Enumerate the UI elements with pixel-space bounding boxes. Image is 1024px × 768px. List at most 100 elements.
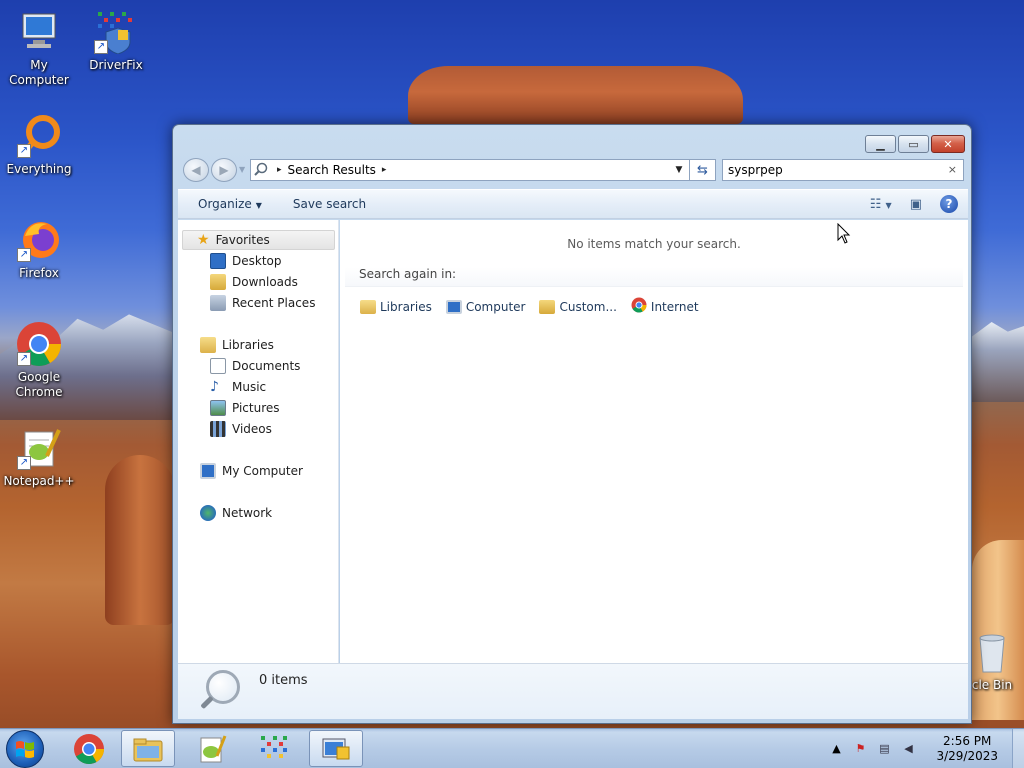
breadcrumb-search-results[interactable]: Search Results <box>288 163 376 177</box>
minimize-button[interactable]: ▁ <box>865 135 896 153</box>
search-input-value: sysprpep <box>728 163 783 177</box>
command-bar: Organize ▼ Save search ☷ ▼ ▣ ? <box>178 189 968 219</box>
desktop-icon-google-chrome[interactable]: ↗ Google Chrome <box>0 320 78 400</box>
nav-item-downloads[interactable]: Downloads <box>210 272 298 292</box>
navigation-pane: ★ Favorites Desktop Downloads Recent Pla… <box>178 220 339 663</box>
back-button[interactable]: ◀ <box>183 158 209 182</box>
close-button[interactable]: ✕ <box>931 135 965 153</box>
nav-item-label: Downloads <box>232 275 298 289</box>
chrome-icon <box>74 733 104 764</box>
taskbar-setup-window[interactable] <box>309 730 363 767</box>
refresh-icon: ⇆ <box>697 162 708 178</box>
desktop-icon-firefox[interactable]: ↗ Firefox <box>0 216 78 281</box>
show-desktop-button[interactable] <box>1012 729 1024 768</box>
nav-item-label: Videos <box>232 422 272 436</box>
desktop-icon <box>210 253 226 269</box>
folder-icon <box>133 738 163 761</box>
notepadpp-icon <box>200 734 227 762</box>
wallpaper-arch-rock <box>105 455 175 625</box>
save-search-button[interactable]: Save search <box>277 197 381 211</box>
action-center-flag-icon[interactable]: ⚑ <box>852 741 868 757</box>
monitor-icon <box>15 8 63 56</box>
desktop-icon-label: Firefox <box>19 266 59 280</box>
refresh-button[interactable]: ⇆ <box>690 159 716 181</box>
shortcut-arrow-icon: ↗ <box>17 456 31 470</box>
clock[interactable]: 2:56 PM 3/29/2023 <box>936 734 998 764</box>
desktop-icon-notepadpp[interactable]: ↗ Notepad++ <box>0 424 78 489</box>
nav-item-favorites[interactable]: ★ Favorites <box>182 230 335 250</box>
close-icon: ✕ <box>943 137 953 151</box>
nav-item-label: Documents <box>232 359 301 373</box>
breadcrumb-separator-icon[interactable]: ▸ <box>376 165 393 175</box>
clear-search-icon[interactable]: × <box>948 163 957 176</box>
desktop-icon-driverfix[interactable]: ↗ DriverFix <box>77 8 155 73</box>
nav-item-label: Recent Places <box>232 296 316 310</box>
volume-muted-icon[interactable]: ◀ <box>900 741 916 757</box>
pictures-icon <box>210 400 226 416</box>
nav-item-label: Network <box>222 506 273 520</box>
chevron-down-icon: ▼ <box>255 201 262 210</box>
nav-item-documents[interactable]: Documents <box>210 356 300 376</box>
recent-places-icon <box>210 295 226 311</box>
start-button[interactable] <box>6 730 44 768</box>
search-again-custom[interactable]: Custom... <box>539 297 617 316</box>
nav-item-pictures[interactable]: Pictures <box>210 398 280 418</box>
driverfix-icon <box>261 735 287 758</box>
taskbar-chrome[interactable] <box>62 730 116 767</box>
nav-item-network[interactable]: Network <box>200 503 272 523</box>
address-dropdown-icon[interactable]: ▼ <box>669 160 689 180</box>
details-pane: 0 items <box>178 663 968 719</box>
nav-item-desktop[interactable]: Desktop <box>210 251 282 271</box>
breadcrumb-separator-icon[interactable]: ▸ <box>271 165 288 175</box>
nav-item-recent-places[interactable]: Recent Places <box>210 293 315 313</box>
shortcut-arrow-icon: ↗ <box>17 352 31 366</box>
content-pane: No items match your search. Search again… <box>340 220 968 663</box>
wallpaper-mountains-right <box>970 322 1024 402</box>
desktop-icon-everything[interactable]: ↗ Everything <box>0 112 78 177</box>
organize-label: Organize <box>198 197 252 211</box>
item-count: 0 items <box>259 673 308 688</box>
search-again-options: Libraries Computer Custom... Internet <box>360 297 699 316</box>
organize-button[interactable]: Organize ▼ <box>178 197 277 211</box>
nav-item-videos[interactable]: Videos <box>210 419 272 439</box>
nav-item-my-computer[interactable]: My Computer <box>200 461 303 481</box>
network-status-icon[interactable]: ▤ <box>876 741 892 757</box>
taskbar-notepadpp[interactable] <box>185 730 239 767</box>
star-icon: ★ <box>197 232 210 248</box>
clock-date: 3/29/2023 <box>936 749 998 763</box>
help-icon[interactable]: ? <box>940 195 958 213</box>
desktop-icon-label: Everything <box>6 162 72 176</box>
nav-item-label: Desktop <box>232 254 282 268</box>
recent-pages-chevron-icon[interactable]: ▼ <box>239 165 245 174</box>
driverfix-icon: ↗ <box>92 8 140 56</box>
back-arrow-icon: ◀ <box>191 163 201 177</box>
search-again-label-text: Libraries <box>380 299 432 314</box>
taskbar-driverfix[interactable] <box>247 730 301 767</box>
desktop-icon-my-computer[interactable]: My Computer <box>0 8 78 88</box>
no-items-message: No items match your search. <box>567 237 741 251</box>
setup-window-icon <box>322 738 350 759</box>
search-again-label-text: Internet <box>650 299 699 314</box>
music-icon: ♪ <box>210 379 219 395</box>
documents-icon <box>210 358 226 374</box>
search-again-computer[interactable]: Computer <box>445 297 526 316</box>
taskbar-explorer[interactable] <box>121 730 175 767</box>
nav-item-music[interactable]: ♪ Music <box>210 377 266 397</box>
search-again-internet[interactable]: Internet <box>631 297 699 316</box>
nav-item-label: Pictures <box>232 401 280 415</box>
preview-pane-icon[interactable]: ▣ <box>910 197 922 212</box>
search-input[interactable]: sysprpep × <box>722 159 964 181</box>
maximize-button[interactable]: ▭ <box>898 135 929 153</box>
address-bar[interactable]: ▸ Search Results ▸ ▼ <box>250 159 690 181</box>
nav-item-label: Music <box>232 380 267 394</box>
nav-item-label: Favorites <box>215 233 270 247</box>
custom-folder-icon <box>539 299 556 314</box>
save-search-label: Save search <box>292 197 367 211</box>
change-view-icon[interactable]: ☷ ▼ <box>870 197 892 212</box>
recycle-bin-icon <box>968 628 1016 676</box>
search-again-libraries[interactable]: Libraries <box>360 297 432 316</box>
search-again-label-text: Computer <box>465 299 526 314</box>
forward-button[interactable]: ▶ <box>211 158 237 182</box>
nav-item-libraries[interactable]: Libraries <box>200 335 274 355</box>
show-hidden-icons-icon[interactable]: ▲ <box>828 741 844 757</box>
